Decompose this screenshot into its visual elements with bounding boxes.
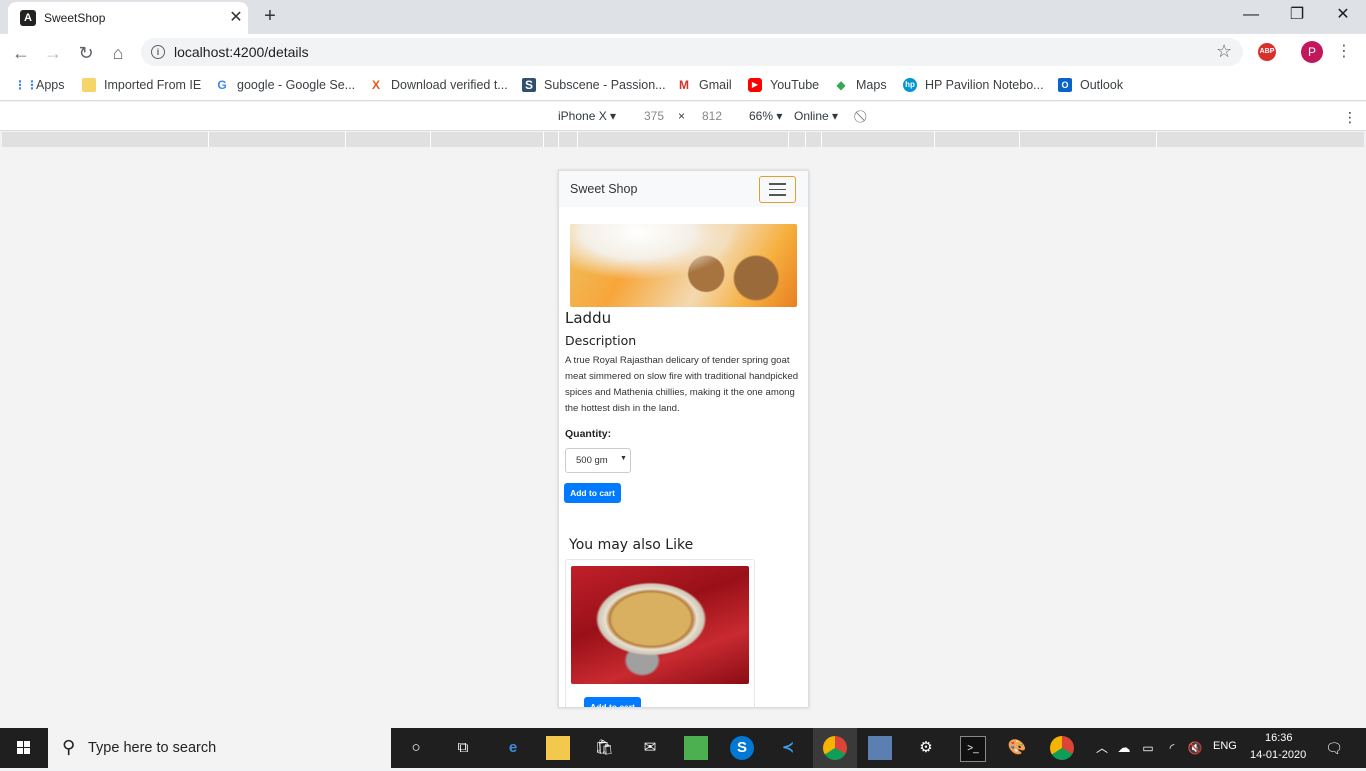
adblock-plus-icon[interactable]: ABP xyxy=(1258,43,1276,61)
recommendation-image[interactable] xyxy=(571,566,749,684)
apps-grid-icon: ⋮⋮ xyxy=(14,78,38,92)
edge-icon[interactable]: e xyxy=(501,736,525,760)
bookmark-gmail[interactable]: M Gmail xyxy=(677,76,732,94)
window-close-button[interactable]: ✕ xyxy=(1320,0,1366,30)
bookmark-google[interactable]: Ggoogle - Google Se... xyxy=(215,76,355,94)
quantity-selected-value: 500 gm xyxy=(576,455,608,466)
skype-icon[interactable]: S xyxy=(730,736,754,760)
language-indicator[interactable]: ENG xyxy=(1213,740,1237,752)
device-select[interactable]: iPhone X ▾ xyxy=(558,109,616,123)
forward-button[interactable]: → xyxy=(40,40,66,66)
bookmark-download-verified[interactable]: X Download verified t... xyxy=(369,76,508,94)
device-height[interactable]: 812 xyxy=(702,109,722,123)
windows-logo-icon xyxy=(17,741,30,754)
network-throttle-select[interactable]: Online ▾ xyxy=(794,109,838,123)
maps-icon: ◆ xyxy=(836,78,846,92)
cortana-icon[interactable]: ○ xyxy=(404,736,428,760)
new-tab-button[interactable]: + xyxy=(258,5,282,29)
add-to-cart-button[interactable]: Add to cart xyxy=(564,483,621,503)
product-name: Laddu xyxy=(565,309,612,327)
bookmark-outlook[interactable]: O Outlook xyxy=(1058,76,1123,94)
volume-muted-icon[interactable]: 🔇 xyxy=(1183,736,1207,760)
search-placeholder: Type here to search xyxy=(88,740,217,756)
chrome-icon[interactable] xyxy=(823,736,847,760)
bookmark-youtube[interactable]: ▶ YouTube xyxy=(748,76,819,94)
clock-time[interactable]: 16:36 xyxy=(1265,732,1293,744)
angular-favicon-icon: A xyxy=(20,10,36,26)
restore-button[interactable]: ❐ xyxy=(1274,0,1320,30)
minimize-button[interactable]: — xyxy=(1228,0,1274,30)
mail-icon[interactable]: ✉ xyxy=(638,736,662,760)
bookmark-star-icon[interactable]: ☆ xyxy=(1216,41,1232,62)
product-image xyxy=(570,224,797,307)
reload-button[interactable]: ↻ xyxy=(73,40,99,66)
gmail-icon: M xyxy=(679,78,689,92)
profile-avatar[interactable]: P xyxy=(1301,41,1323,63)
description-heading: Description xyxy=(565,333,637,348)
home-button[interactable]: ⌂ xyxy=(105,40,131,66)
youtube-icon: ▶ xyxy=(748,78,762,92)
zoom-select[interactable]: 66% ▾ xyxy=(749,109,782,123)
address-bar[interactable]: i localhost:4200/details ☆ xyxy=(141,38,1243,66)
store-icon[interactable]: 🛍 xyxy=(592,736,616,760)
start-button[interactable] xyxy=(0,728,48,768)
card-add-to-cart-button[interactable]: Add to cart xyxy=(584,697,641,707)
notifications-icon[interactable]: 🗨 xyxy=(1322,736,1346,760)
product-description: A true Royal Rajasthan delicary of tende… xyxy=(565,355,799,414)
tab-close-icon[interactable]: ✕ xyxy=(226,8,246,28)
tab-strip: A SweetShop ✕ + — ❐ ✕ xyxy=(0,0,1366,34)
url-text[interactable]: localhost:4200/details xyxy=(174,44,309,60)
terminal-icon[interactable]: >_ xyxy=(960,736,986,762)
paint-icon[interactable]: 🎨 xyxy=(1005,736,1029,760)
outlook-icon: O xyxy=(1058,78,1072,92)
vscode-icon[interactable]: ≺ xyxy=(776,736,800,760)
emulated-device-viewport: Sweet Shop Laddu Description A true Roya… xyxy=(558,170,809,708)
google-icon: G xyxy=(217,78,227,92)
dimension-separator: × xyxy=(678,109,686,123)
media-query-ruler xyxy=(2,132,1364,147)
also-like-heading: You may also Like xyxy=(569,537,694,553)
battery-icon[interactable]: ▭ xyxy=(1136,736,1160,760)
folder-icon xyxy=(82,78,96,92)
bookmark-hp-pavilion[interactable]: hp HP Pavilion Notebo... xyxy=(903,76,1044,94)
browser-tab[interactable]: A SweetShop ✕ xyxy=(8,2,248,34)
clock-date[interactable]: 14-01-2020 xyxy=(1250,749,1306,761)
tab-title: SweetShop xyxy=(44,11,106,25)
bookmark-apps[interactable]: ⋮⋮ Apps xyxy=(14,76,65,94)
back-button[interactable]: ← xyxy=(8,40,34,66)
navbar-toggler-button[interactable] xyxy=(759,176,796,203)
quantity-label: Quantity: xyxy=(565,428,612,440)
settings-gear-icon[interactable]: ⚙ xyxy=(914,736,938,760)
site-brand[interactable]: Sweet Shop xyxy=(570,182,637,196)
devtools-more-icon[interactable]: ⋮ xyxy=(1343,109,1357,126)
device-width[interactable]: 375 xyxy=(644,109,664,123)
windows-taskbar: ⚲ Type here to search ○ ⧉ e 🛍 ✉ S ≺ ⚙ >_… xyxy=(0,728,1366,768)
bookmark-maps[interactable]: ◆ Maps xyxy=(834,76,886,94)
spreadsheet-icon[interactable] xyxy=(684,736,708,760)
recommendation-card: Add to cart xyxy=(565,559,755,707)
browser-menu-icon[interactable]: ⋮ xyxy=(1336,40,1352,64)
bookmark-imported-from-ie[interactable]: Imported From IE xyxy=(82,76,201,94)
wifi-icon[interactable]: ◜ xyxy=(1160,736,1184,760)
dropdown-arrow-icon: ▼ xyxy=(620,455,627,462)
bookmark-subscene[interactable]: S Subscene - Passion... xyxy=(522,76,666,94)
onedrive-icon[interactable]: ☁ xyxy=(1112,736,1136,760)
browser-toolbar: ← → ↻ ⌂ i localhost:4200/details ☆ xyxy=(0,34,1366,70)
device-toolbar: iPhone X ▾ 375 × 812 66% ▾ Online ▾ ⃠ ⋮ xyxy=(0,102,1366,131)
hamburger-icon xyxy=(769,183,786,185)
s-icon: S xyxy=(522,78,536,92)
file-explorer-icon[interactable] xyxy=(546,736,570,760)
hp-icon: hp xyxy=(903,78,917,92)
taskbar-search-box[interactable]: ⚲ Type here to search xyxy=(48,728,391,768)
tray-chevron-icon[interactable]: ︿ xyxy=(1090,736,1114,760)
x-icon: X xyxy=(371,78,380,92)
quantity-select[interactable]: 500 gm ▼ xyxy=(565,448,631,473)
task-view-icon[interactable]: ⧉ xyxy=(451,736,475,760)
search-icon: ⚲ xyxy=(62,737,76,757)
site-info-icon[interactable]: i xyxy=(151,45,165,59)
bookmarks-bar: ⋮⋮ Apps Imported From IE Ggoogle - Google… xyxy=(0,70,1366,101)
remote-desktop-icon[interactable] xyxy=(868,736,892,760)
site-navbar: Sweet Shop xyxy=(559,171,808,207)
chrome-second-icon[interactable] xyxy=(1050,736,1074,760)
